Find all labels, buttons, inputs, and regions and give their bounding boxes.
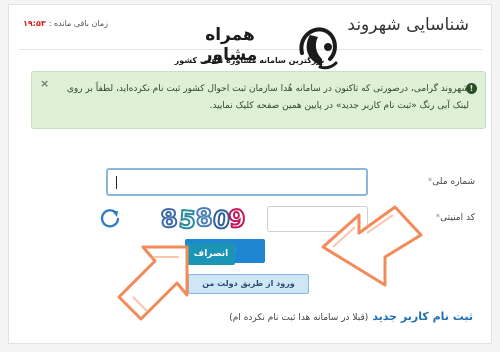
svg-text:9: 9	[228, 204, 247, 233]
captcha-image: 8 5 8 0 9	[159, 202, 247, 235]
info-alert: ! شهروند گرامی، درصورتی که تاکنون در سام…	[31, 71, 486, 129]
svg-text:8: 8	[195, 203, 214, 232]
national-id-input[interactable]	[106, 168, 368, 196]
timer-value: ۱۹:۵۳	[23, 19, 46, 28]
left-arrow-icon	[117, 245, 189, 321]
close-icon[interactable]: ×	[40, 78, 49, 89]
page-title: شناسایی شهروند	[347, 15, 469, 35]
page-frame: شناسایی شهروند زمان باقی مانده :۱۹:۵۳ هم…	[0, 0, 500, 352]
exclamation-icon: !	[466, 83, 477, 94]
svg-text:5: 5	[178, 205, 197, 234]
national-id-label: شماره ملی*	[428, 177, 475, 187]
identification-card: شناسایی شهروند زمان باقی مانده :۱۹:۵۳ هم…	[8, 4, 492, 344]
refresh-icon[interactable]	[99, 207, 121, 229]
timer-label: زمان باقی مانده :	[48, 19, 109, 28]
alert-message: شهروند گرامی، درصورتی که تاکنون در سامان…	[66, 84, 469, 111]
remaining-time: زمان باقی مانده :۱۹:۵۳	[23, 19, 108, 28]
svg-text:8: 8	[159, 204, 179, 234]
register-link[interactable]: ثبت نام کاربر جدید	[372, 310, 473, 323]
register-row: ثبت نام کاربر جدید(قبلا در سامانه هدا ثب…	[229, 310, 473, 323]
cancel-button[interactable]: انصراف	[187, 243, 235, 265]
gov-login-button[interactable]: ورود از طریق دولت من	[188, 274, 309, 294]
watermark: همراه مشاور بزرگترین سامانه مشاوره تلفنی…	[167, 23, 342, 75]
captcha-label-text: کد امنیتی	[440, 213, 475, 223]
headset-logo-icon	[299, 27, 338, 70]
right-arrow-icon	[321, 205, 423, 287]
text-caret	[116, 176, 117, 189]
register-hint: (قبلا در سامانه هدا ثبت نام نکرده ام)	[229, 313, 369, 323]
captcha-label: کد امنیتی*	[436, 213, 475, 223]
national-id-label-text: شماره ملی	[432, 177, 475, 187]
